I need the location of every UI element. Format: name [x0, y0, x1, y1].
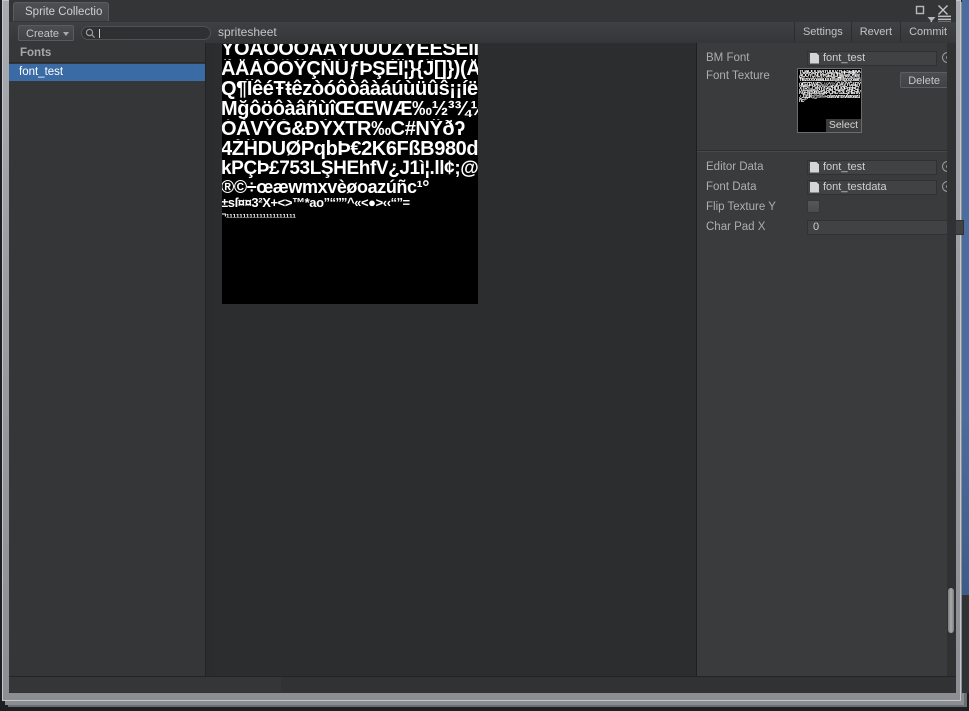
window-focus-accent: [962, 0, 969, 595]
inspector-section-data: Editor Data font_test Font Data font_tes…: [697, 152, 964, 243]
scrollbar-thumb[interactable]: [948, 588, 954, 633]
row-flip-texture-y: Flip Texture Y: [697, 197, 956, 217]
search-input[interactable]: [99, 27, 208, 41]
vertical-scrollbar[interactable]: [947, 43, 956, 693]
delete-button[interactable]: Delete: [900, 72, 948, 88]
bm-font-value: font_test: [823, 52, 866, 64]
inspector-section-font: BM Font font_test Font Texture ŸÒÀÔÕÓÀÄÝ…: [697, 43, 956, 150]
row-font-data: Font Data font_testdata: [697, 177, 956, 197]
spritesheet-name-label: spritesheet: [218, 25, 277, 39]
editor-data-label: Editor Data: [706, 161, 764, 173]
font-texture-select-button[interactable]: Select: [825, 119, 861, 132]
font-atlas-glyphs: ŸÒÀÔÕÓÀÄÝÙÚÛŻŸÈÉŜÈÍÌÏ ÃÅÀÖÕŶÇÑÛƒÞŞÈÏ¦}{Ĵ…: [222, 44, 478, 220]
row-char-pad-x: Char Pad X 0: [697, 217, 964, 237]
commit-button[interactable]: Commit: [900, 22, 955, 42]
spritesheet-viewport[interactable]: ŸÒÀÔÕÓÀÄÝÙÚÛŻŸÈÉŜÈÍÌÏ ÃÅÀÖÕŶÇÑÛƒÞŞÈÏ¦}{Ĵ…: [206, 43, 697, 693]
create-button[interactable]: Create: [18, 25, 75, 41]
status-band: [9, 676, 956, 693]
inspector-panel: BM Font font_test Font Texture ŸÒÀÔÕÓÀÄÝ…: [697, 43, 964, 693]
bm-font-label: BM Font: [706, 52, 750, 64]
row-bm-font: BM Font font_test: [697, 48, 956, 68]
atlas-glyph-row: ®©÷œæwmxvèøoazúñc¹°: [222, 178, 430, 196]
tab-sprite-collection[interactable]: Sprite Collectio: [13, 2, 109, 21]
atlas-glyph-row: MğôöôàâñùîŒŒWÆ‰½³¾¼¡: [222, 99, 478, 119]
atlas-glyph-row: 4ŻĤDUØPqbÞ€2K6FßB980dŞ: [222, 139, 478, 159]
row-font-texture: Font Texture ŸÒÀÔÕÓÀÄÝÙÚÛŻŸÈÉŜÈÍÌÏÃÅÀÖÕŶ…: [697, 68, 956, 144]
flip-texture-y-label: Flip Texture Y: [706, 201, 776, 213]
toolbar-actions: Settings Revert Commit: [793, 22, 955, 42]
search-field[interactable]: [81, 26, 211, 41]
spritesheet-canvas: ŸÒÀÔÕÓÀÄÝÙÚÛŻŸÈÉŜÈÍÌÏ ÃÅÀÖÕŶÇÑÛƒÞŞÈÏ¦}{Ĵ…: [214, 43, 696, 693]
atlas-glyph-row: ÓÀVŸĞ&ÐÝXTR‰C#NŸðʔ: [222, 119, 465, 139]
font-data-label: Font Data: [706, 181, 757, 193]
sprite-collection-editor: Sprite Collectio Create spritesheet Sett…: [9, 0, 964, 693]
maximize-icon[interactable]: [913, 3, 927, 17]
font-data-value: font_testdata: [823, 181, 887, 193]
flip-texture-y-checkbox[interactable]: [807, 200, 820, 213]
list-item-font-test[interactable]: font_test: [9, 64, 205, 81]
atlas-glyph-row: kPÇÞ£753LŞHEhfV¿J1ì¦.ll¢;@:: [222, 159, 478, 178]
atlas-glyph-row: ŸÒÀÔÕÓÀÄÝÙÚÛŻŸÈÉŜÈÍÌÏ: [222, 44, 478, 59]
revert-button[interactable]: Revert: [850, 22, 901, 42]
asset-file-icon: [810, 181, 819, 193]
editor-toolbar: Create spritesheet Settings Revert Commi…: [9, 22, 956, 44]
settings-button[interactable]: Settings: [793, 22, 851, 42]
status-band-segment: [9, 677, 281, 692]
font-texture-thumbnail[interactable]: ŸÒÀÔÕÓÀÄÝÙÚÛŻŸÈÉŜÈÍÌÏÃÅÀÖÕŶÇÑÛƒÞŞÈÏ¦}{Ĵ[…: [797, 68, 862, 133]
atlas-glyph-row: ¬₁₁₁₁₁₁₁₁₁₁₁₁₁₁₁₁₁₁₁₁₁: [222, 210, 296, 219]
font-texture-thumbnail-content: ŸÒÀÔÕÓÀÄÝÙÚÛŻŸÈÉŜÈÍÌÏÃÅÀÖÕŶÇÑÛƒÞŞÈÏ¦}{Ĵ[…: [799, 70, 861, 105]
search-icon: [85, 28, 96, 39]
font-atlas-preview[interactable]: ŸÒÀÔÕÓÀÄÝÙÚÛŻŸÈÉŜÈÍÌÏ ÃÅÀÖÕŶÇÑÛƒÞŞÈÏ¦}{Ĵ…: [222, 44, 478, 304]
asset-file-icon: [810, 52, 819, 64]
font-data-field[interactable]: font_testdata: [807, 179, 937, 195]
fonts-panel: Fonts font_test: [9, 43, 206, 693]
os-window: Sprite Collectio Create spritesheet Sett…: [0, 0, 969, 711]
atlas-glyph-row: Q¶ÎêéŦŧêzòóôòâàáúùüûŝ¡¡íë: [222, 79, 478, 99]
row-editor-data: Editor Data font_test: [697, 157, 956, 177]
editor-data-field[interactable]: font_test: [807, 159, 937, 175]
editor-data-value: font_test: [823, 161, 866, 173]
bm-font-field[interactable]: font_test: [807, 50, 937, 66]
window-focus-accent-lower: [962, 595, 969, 693]
char-pad-x-label: Char Pad X: [706, 221, 766, 233]
asset-file-icon: [810, 161, 819, 173]
atlas-glyph-row: ±sſ¤¤3²X+<>™*ao’’‘‘’’’’^«<●>‹‹‘‘’’=: [222, 196, 410, 210]
fonts-panel-header: Fonts: [9, 43, 205, 63]
fonts-list[interactable]: font_test: [9, 64, 205, 692]
create-button-label: Create: [26, 28, 60, 40]
char-pad-x-value: 0: [813, 221, 820, 233]
char-pad-x-field[interactable]: 0: [807, 219, 964, 235]
atlas-glyph-row: ÃÅÀÖÕŶÇÑÛƒÞŞÈÏ¦}{Ĵ[]})(Åa!: [222, 59, 478, 79]
chevron-down-icon: [63, 32, 70, 36]
font-texture-label: Font Texture: [706, 70, 770, 82]
window-tabbar: Sprite Collectio: [9, 0, 956, 24]
